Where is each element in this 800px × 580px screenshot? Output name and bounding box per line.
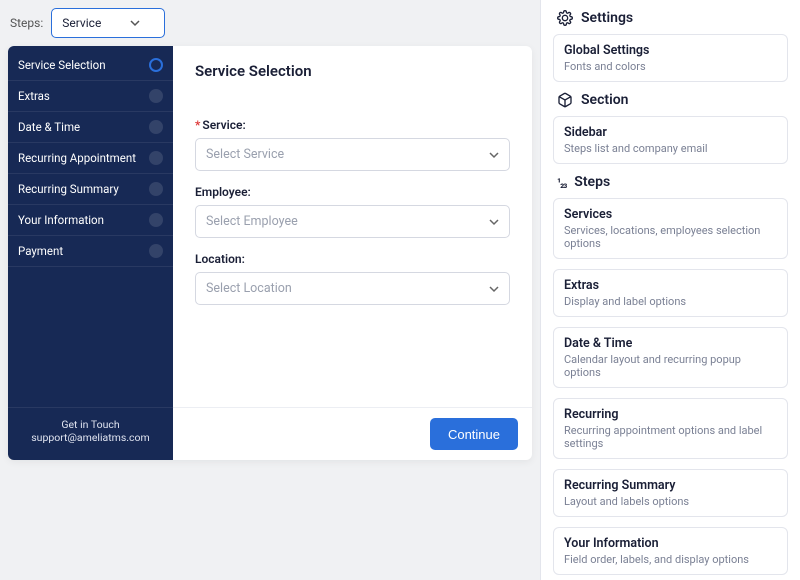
chevron-down-icon xyxy=(489,150,499,160)
sidebar-item-label: Date & Time xyxy=(18,120,80,134)
employee-placeholder: Select Employee xyxy=(206,214,298,229)
sidebar-item-label: Recurring Appointment xyxy=(18,151,136,165)
settings-heading: Settings xyxy=(581,10,633,26)
step-indicator-icon xyxy=(149,182,163,196)
step-indicator-icon xyxy=(149,213,163,227)
contact-heading: Get in Touch xyxy=(12,418,169,431)
sidebar-item-service-selection[interactable]: Service Selection xyxy=(8,50,173,81)
booking-card: Service Selection Extras Date & Time Rec… xyxy=(8,46,532,460)
booking-main: Service Selection *Service: Select Servi… xyxy=(173,46,532,460)
steps-select-value: Service xyxy=(62,16,101,30)
gear-icon xyxy=(557,10,573,26)
location-placeholder: Select Location xyxy=(206,281,292,296)
step-card-extras[interactable]: Extras Display and label options xyxy=(553,269,788,317)
step-card-services[interactable]: Services Services, locations, employees … xyxy=(553,198,788,259)
step-card-date-time[interactable]: Date & Time Calendar layout and recurrin… xyxy=(553,327,788,388)
step-indicator-icon xyxy=(149,120,163,134)
page-title: Service Selection xyxy=(195,62,510,80)
service-select[interactable]: Select Service xyxy=(195,138,510,171)
sidebar-item-your-information[interactable]: Your Information xyxy=(8,205,173,236)
service-placeholder: Select Service xyxy=(206,147,284,162)
chevron-down-icon xyxy=(489,284,499,294)
sidebar-item-recurring-summary[interactable]: Recurring Summary xyxy=(8,174,173,205)
sidebar-item-recurring-appointment[interactable]: Recurring Appointment xyxy=(8,143,173,174)
contact-email: support@ameliatms.com xyxy=(12,431,169,444)
steps-heading: Steps xyxy=(574,174,610,190)
location-field-label: Location: xyxy=(195,252,510,266)
sidebar-item-extras[interactable]: Extras xyxy=(8,81,173,112)
employee-select[interactable]: Select Employee xyxy=(195,205,510,238)
contact-block: Get in Touch support@ameliatms.com xyxy=(8,407,173,460)
steps-label: Steps: xyxy=(10,16,43,30)
sidebar-item-label: Recurring Summary xyxy=(18,182,119,196)
sidebar-item-label: Service Selection xyxy=(18,58,106,72)
chevron-down-icon xyxy=(130,18,140,28)
sidebar-steps-list: Service Selection Extras Date & Time Rec… xyxy=(8,46,173,407)
location-select[interactable]: Select Location xyxy=(195,272,510,305)
ordered-list-icon: ¹₂₃ xyxy=(557,176,566,189)
steps-select[interactable]: Service xyxy=(51,8,165,38)
step-indicator-icon xyxy=(149,151,163,165)
step-card-recurring[interactable]: Recurring Recurring appointment options … xyxy=(553,398,788,459)
sidebar-item-label: Extras xyxy=(18,89,50,103)
section-heading: Section xyxy=(581,92,628,108)
step-indicator-icon xyxy=(149,89,163,103)
sidebar-item-label: Payment xyxy=(18,244,63,258)
step-indicator-icon xyxy=(149,244,163,258)
continue-button[interactable]: Continue xyxy=(430,418,518,450)
sidebar-item-label: Your Information xyxy=(18,213,104,227)
step-indicator-active-icon xyxy=(149,58,163,72)
service-field-label: *Service: xyxy=(195,118,510,132)
required-mark: * xyxy=(195,118,200,132)
section-sidebar-card[interactable]: Sidebar Steps list and company email xyxy=(553,116,788,164)
sidebar-item-payment[interactable]: Payment xyxy=(8,236,173,267)
chevron-down-icon xyxy=(489,217,499,227)
settings-panel: Settings Global Settings Fonts and color… xyxy=(540,0,800,580)
step-card-recurring-summary[interactable]: Recurring Summary Layout and labels opti… xyxy=(553,469,788,517)
global-settings-card[interactable]: Global Settings Fonts and colors xyxy=(553,34,788,82)
booking-sidebar: Service Selection Extras Date & Time Rec… xyxy=(8,46,173,460)
box-icon xyxy=(557,92,573,108)
step-card-your-information[interactable]: Your Information Field order, labels, an… xyxy=(553,527,788,575)
sidebar-item-date-time[interactable]: Date & Time xyxy=(8,112,173,143)
employee-field-label: Employee: xyxy=(195,185,510,199)
